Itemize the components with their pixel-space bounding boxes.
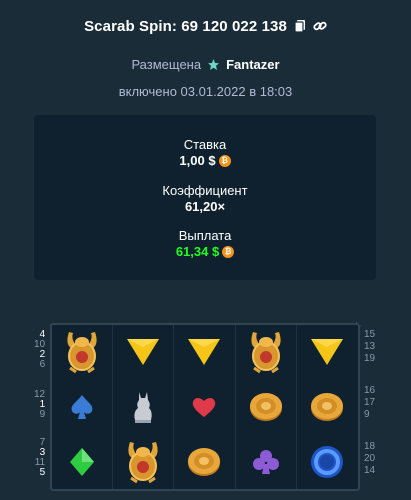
slot-cell bbox=[174, 379, 236, 435]
slot-cell bbox=[52, 379, 114, 435]
payout-value: 61,34 $ bbox=[175, 244, 220, 259]
multiplier-value: 61,20× bbox=[184, 199, 226, 214]
slot-cell bbox=[113, 325, 175, 380]
bet-header: Scarab Spin: 69 120 022 138 bbox=[0, 14, 411, 38]
multiplier-label: Коэффициент bbox=[162, 183, 248, 198]
slot-cell bbox=[297, 434, 358, 489]
slot-cell bbox=[297, 380, 358, 435]
slot-board-area: 4 10 2 6 12 1 9 7 3 11 5 15 13 19 16 17 … bbox=[0, 318, 411, 500]
payline-number: 6 bbox=[39, 359, 46, 370]
slot-cell bbox=[113, 434, 175, 489]
diamond-symbol bbox=[70, 447, 95, 476]
slot-cell bbox=[236, 325, 297, 380]
bet-label: Ставка bbox=[183, 137, 227, 152]
slot-cell bbox=[297, 325, 358, 380]
slot-cell bbox=[174, 325, 236, 380]
payline-number: 19 bbox=[364, 353, 376, 364]
payline-number: 9 bbox=[364, 409, 370, 420]
scarab-symbol bbox=[251, 332, 281, 374]
slot-cell bbox=[236, 379, 297, 435]
scarab-symbol bbox=[67, 332, 97, 374]
spade-symbol bbox=[71, 394, 93, 419]
paylines-left: 4 10 2 6 12 1 9 7 3 11 5 bbox=[34, 330, 45, 478]
slot-cell bbox=[52, 325, 114, 380]
payline-number: 12 bbox=[34, 389, 46, 400]
coin-disc-symbol bbox=[311, 392, 344, 421]
payline-number: 5 bbox=[39, 467, 46, 478]
slot-cell bbox=[52, 434, 114, 489]
payline-number: 9 bbox=[39, 409, 46, 420]
placed-by-row: Размещена Fantazer bbox=[0, 57, 411, 72]
payline-number: 7 bbox=[39, 437, 46, 448]
game-title: Scarab Spin: 69 120 022 138 bbox=[84, 17, 287, 35]
slot-reels-grid bbox=[50, 323, 360, 491]
bitcoin-icon: ₿ bbox=[222, 245, 235, 258]
rank-star-icon bbox=[207, 58, 220, 71]
cat-statue-symbol bbox=[134, 391, 152, 423]
triangle-symbol bbox=[311, 339, 344, 366]
club-symbol bbox=[252, 449, 279, 474]
triangle-symbol bbox=[188, 339, 221, 366]
payout-amount: 61,34 $ ₿ bbox=[34, 244, 376, 259]
bet-date: включено 03.01.2022 в 18:03 bbox=[118, 84, 293, 99]
scarab-symbol bbox=[128, 441, 158, 483]
paylines-right: 15 13 19 16 17 9 18 20 14 bbox=[364, 330, 375, 478]
bet-value: 1,00 $ bbox=[179, 153, 216, 168]
bitcoin-icon: ₿ bbox=[218, 154, 231, 167]
copy-icon[interactable] bbox=[293, 19, 307, 33]
slot-cell bbox=[236, 434, 297, 489]
link-icon[interactable] bbox=[313, 19, 327, 33]
bet-stats-panel: Ставка 1,00 $ ₿ Коэффициент 61,20× Выпла… bbox=[34, 115, 376, 280]
blue-ring-symbol bbox=[311, 445, 344, 478]
heart-symbol bbox=[193, 398, 216, 417]
username-link[interactable]: Fantazer bbox=[226, 57, 279, 72]
bet-amount: 1,00 $ ₿ bbox=[34, 153, 376, 168]
placed-label: Размещена bbox=[131, 57, 202, 72]
coin-disc-symbol bbox=[249, 392, 282, 421]
payout-label: Выплата bbox=[178, 228, 232, 243]
slot-cell bbox=[174, 434, 236, 489]
triangle-symbol bbox=[127, 339, 160, 366]
slot-cell bbox=[113, 379, 175, 435]
payline-number: 14 bbox=[364, 465, 376, 476]
coin-disc-symbol bbox=[188, 447, 221, 476]
